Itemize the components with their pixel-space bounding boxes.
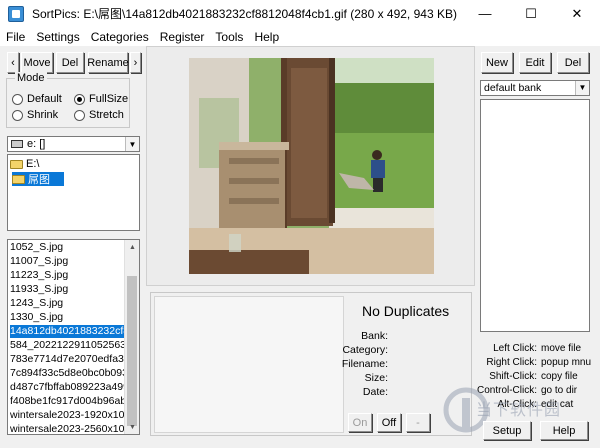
file-item-selected[interactable]: 14a812db4021883232cf88 xyxy=(10,325,124,338)
radio-dot xyxy=(74,109,85,121)
drive-value: e: [] xyxy=(27,138,46,150)
next-button[interactable]: › xyxy=(130,52,141,73)
on-button[interactable]: On xyxy=(348,413,372,432)
radio-stretch[interactable]: Stretch xyxy=(74,109,124,121)
filename-label: Filename: xyxy=(341,358,388,370)
file-item[interactable]: wintersale2023-2560x1080. xyxy=(10,423,124,434)
file-item[interactable]: 7c894f33c5d8e0bc0b0930 xyxy=(10,367,124,380)
file-item[interactable]: f408be1fc917d004b96ab91 xyxy=(10,395,124,408)
date-label: Date: xyxy=(362,386,388,398)
file-list[interactable]: 1052_S.jpg 11007_S.jpg 11223_S.jpg 11933… xyxy=(7,239,140,435)
window-title: SortPics: E:\屌图\14a812db4021883232cf8812… xyxy=(32,7,457,21)
close-button[interactable]: ✕ xyxy=(554,0,600,27)
bank-label: Bank: xyxy=(361,330,388,342)
menu-help[interactable]: Help xyxy=(248,30,284,44)
chevron-down-icon[interactable]: ▼ xyxy=(125,137,139,151)
file-item[interactable]: 11933_S.jpg xyxy=(10,283,124,296)
del-bank-button[interactable]: Del xyxy=(557,52,589,73)
file-item[interactable]: 584_20221229110525633. xyxy=(10,339,124,352)
title-bar: SortPics: E:\屌图\14a812db4021883232cf8812… xyxy=(0,0,600,27)
preview-photo xyxy=(189,58,434,274)
tree-item-selected[interactable]: 屌图 xyxy=(12,172,64,186)
menu-file[interactable]: File xyxy=(0,30,30,44)
chevron-down-icon[interactable]: ▼ xyxy=(575,81,589,95)
mode-group: Mode Default FullSize Shrink Stretch xyxy=(6,72,130,128)
app-icon xyxy=(8,5,24,22)
bank-select-value: default bank xyxy=(484,82,542,94)
file-item[interactable]: 11223_S.jpg xyxy=(10,269,124,282)
radio-stretch-label: Stretch xyxy=(89,109,124,121)
tree-item-root[interactable]: E:\ xyxy=(10,157,39,171)
radio-shrink[interactable]: Shrink xyxy=(12,109,58,121)
menu-register[interactable]: Register xyxy=(154,30,210,44)
rename-button[interactable]: Rename xyxy=(87,52,129,73)
file-item[interactable]: 11007_S.jpg xyxy=(10,255,124,268)
prev-button[interactable]: ‹ xyxy=(7,52,19,73)
category-list[interactable] xyxy=(480,99,590,332)
folder-open-icon xyxy=(12,174,25,184)
new-bank-button[interactable]: New xyxy=(481,52,513,73)
radio-fullsize-label: FullSize xyxy=(89,93,129,105)
file-item[interactable]: 1052_S.jpg xyxy=(10,241,124,254)
radio-default[interactable]: Default xyxy=(12,93,62,105)
scroll-down-icon[interactable]: ▼ xyxy=(125,420,139,434)
radio-shrink-label: Shrink xyxy=(27,109,59,121)
help-button[interactable]: Help xyxy=(540,421,588,440)
tree-item-label: E:\ xyxy=(26,158,40,170)
bank-select[interactable]: default bank ▼ xyxy=(480,80,590,96)
radio-dot xyxy=(12,109,23,121)
radio-default-label: Default xyxy=(27,93,62,105)
file-item[interactable]: wintersale2023-1920x1080. xyxy=(10,409,124,422)
radio-fullsize[interactable]: FullSize xyxy=(74,93,128,105)
mode-legend: Mode xyxy=(15,72,47,84)
help-right-click: Right Click: popup mnu xyxy=(486,357,592,368)
move-button[interactable]: Move xyxy=(21,52,53,73)
preview-image xyxy=(189,58,434,274)
menu-bar: File Settings Categories Register Tools … xyxy=(0,27,600,46)
menu-settings[interactable]: Settings xyxy=(30,30,84,44)
size-label: Size: xyxy=(364,372,388,384)
edit-bank-button[interactable]: Edit xyxy=(519,52,551,73)
file-list-scrollbar[interactable]: ▲ ▼ xyxy=(124,240,139,434)
del-button[interactable]: Del xyxy=(56,52,84,73)
dash-button[interactable]: - xyxy=(406,413,430,432)
menu-categories[interactable]: Categories xyxy=(85,30,154,44)
file-item[interactable]: d487c7fbffab089223a499a xyxy=(10,381,124,394)
directory-tree[interactable]: E:\ 屌图 xyxy=(7,154,140,231)
off-button[interactable]: Off xyxy=(377,413,401,432)
drive-icon xyxy=(11,140,23,148)
file-item[interactable]: 1330_S.jpg xyxy=(10,311,124,324)
radio-dot-selected xyxy=(74,93,85,105)
setup-button[interactable]: Setup xyxy=(483,421,531,440)
folder-open-icon xyxy=(10,159,23,169)
minimize-button[interactable]: — xyxy=(462,0,508,27)
file-item[interactable]: 1243_S.jpg xyxy=(10,297,124,310)
help-left-click: Left Click: move file xyxy=(493,343,582,354)
file-item[interactable]: 783e7714d7e2070edfa3d7 xyxy=(10,353,124,366)
scrollbar-thumb[interactable] xyxy=(127,276,137,426)
maximize-button[interactable]: ☐ xyxy=(508,0,554,27)
image-preview-pane[interactable] xyxy=(146,46,475,286)
menu-tools[interactable]: Tools xyxy=(209,30,248,44)
duplicate-status: No Duplicates xyxy=(362,303,450,319)
category-label: Category: xyxy=(342,344,388,356)
drive-select[interactable]: e: [] ▼ xyxy=(7,136,140,152)
scroll-up-icon[interactable]: ▲ xyxy=(125,240,139,254)
watermark-text: 当下软件园 xyxy=(476,402,562,419)
tree-item-label: 屌图 xyxy=(28,174,50,186)
radio-dot xyxy=(12,93,23,105)
